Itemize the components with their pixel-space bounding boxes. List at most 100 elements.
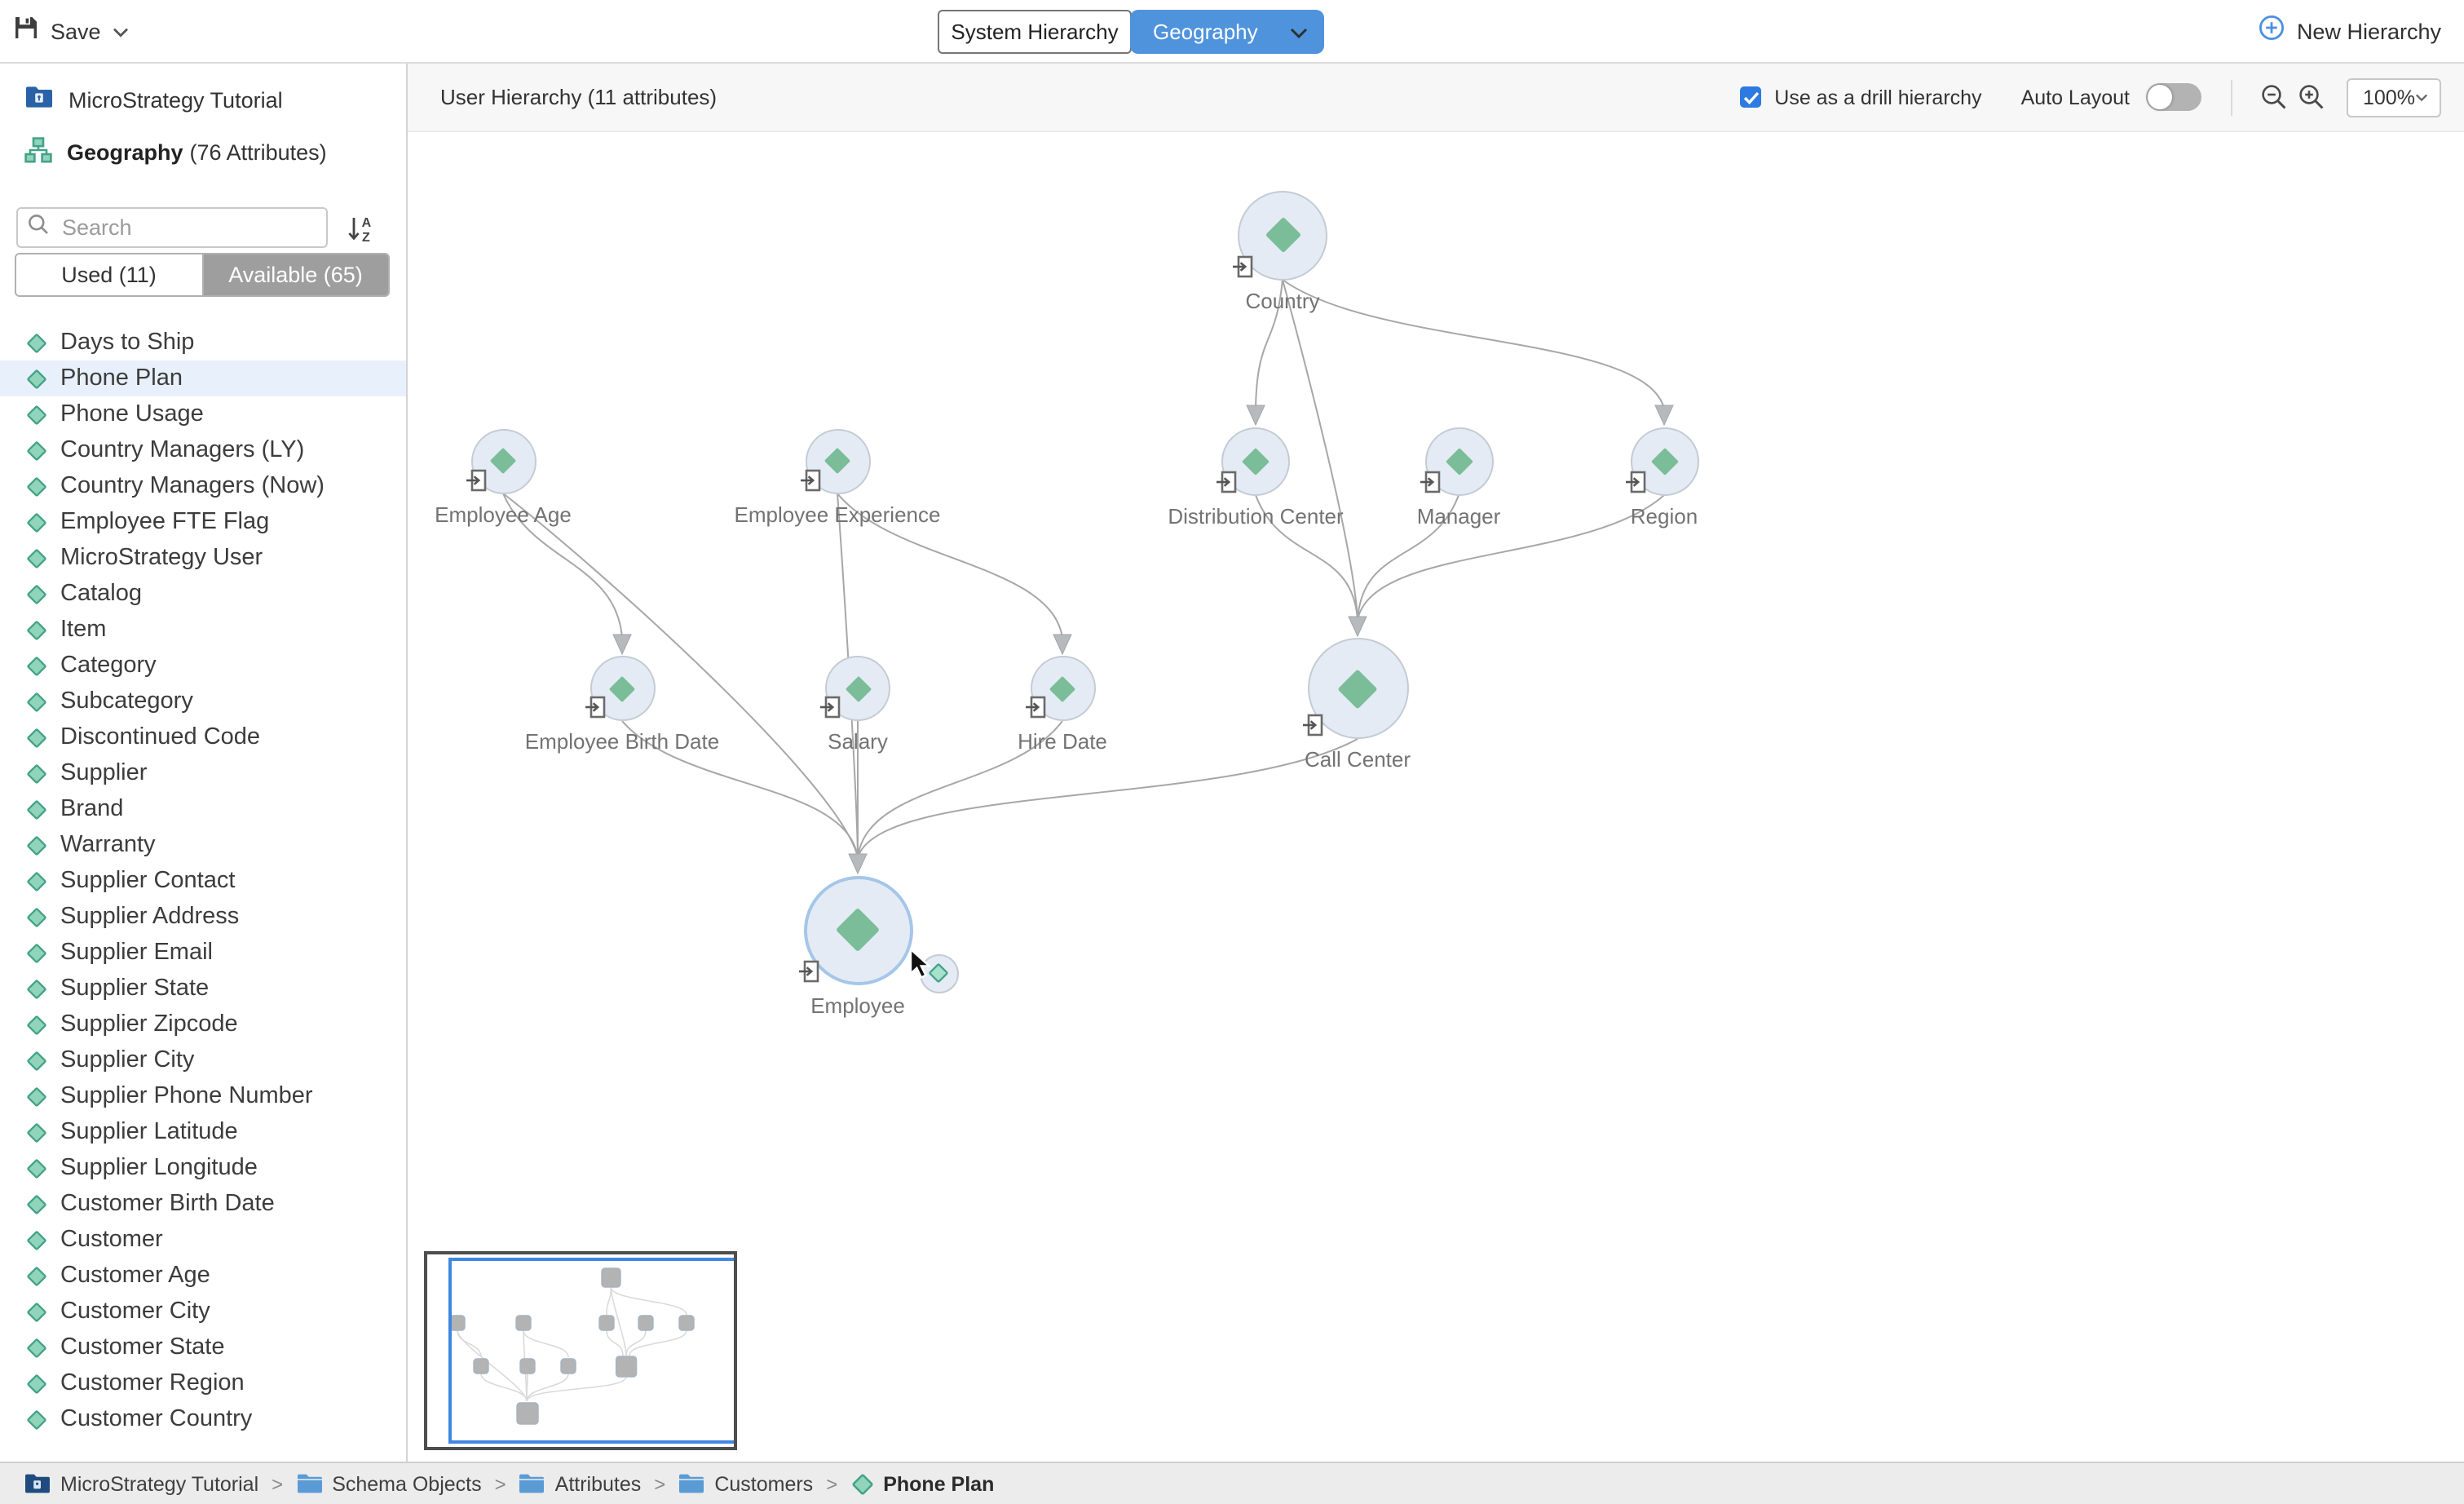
attribute-label: Supplier Address [60,904,239,930]
attribute-list-item[interactable]: Customer [0,1222,408,1258]
attribute-label: Brand [60,796,123,822]
tab-system-hierarchy-label: System Hierarchy [951,20,1118,44]
canvas-title: User Hierarchy (11 attributes) [440,85,717,109]
attribute-list-item[interactable]: Phone Plan [0,361,408,396]
attribute-list-item[interactable]: Supplier Latitude [0,1114,408,1150]
breadcrumb-label: MicroStrategy Tutorial [60,1472,258,1495]
attribute-list-item[interactable]: Supplier Address [0,899,408,935]
zoom-out-button[interactable] [2255,78,2293,116]
attribute-list-item[interactable]: Supplier Phone Number [0,1078,408,1114]
attribute-list-item[interactable]: Supplier [0,755,408,791]
diagram-area[interactable]: CountryEmployee AgeEmployee ExperienceDi… [408,132,2464,1462]
tab-geography[interactable]: Geography [1130,10,1324,54]
breadcrumb-item[interactable]: Customers [678,1472,813,1495]
sidebar-project-row[interactable]: MicroStrategy Tutorial [0,72,406,127]
attribute-list-item[interactable]: Category [0,648,408,683]
folder-project-icon [24,1473,51,1494]
attribute-list-item[interactable]: Supplier State [0,971,408,1006]
node-label: Hire Date [916,729,1209,754]
attribute-list-item[interactable]: Item [0,612,408,648]
attribute-list-item[interactable]: Phone Usage [0,396,408,432]
breadcrumb-item[interactable]: Schema Objects [296,1472,481,1495]
diagram-node-dragged-attribute[interactable] [919,953,958,993]
tab-available[interactable]: Available (65) [203,254,388,295]
save-label: Save [51,19,101,43]
attribute-list-item[interactable]: Catalog [0,576,408,612]
save-button[interactable]: Save [13,0,129,62]
plus-circle-icon [2259,14,2285,48]
attribute-diamond-icon [26,332,47,353]
node-label: Country [1136,288,1429,312]
attribute-label: Phone Usage [60,401,204,427]
attribute-diamond-icon [26,1301,47,1322]
search-input[interactable] [59,214,316,241]
attribute-list-item[interactable]: Employee FTE Flag [0,504,408,540]
attribute-list-item[interactable]: Customer Country [0,1401,408,1437]
attribute-diamond-icon [26,1229,47,1250]
attribute-label: Category [60,652,157,679]
attribute-list: Days to ShipPhone Plan Phone Usage Country… [0,325,408,1462]
attribute-list-item[interactable]: Customer Region [0,1365,408,1401]
attribute-list-item[interactable]: Warranty [0,827,408,863]
attribute-list-item[interactable]: Supplier Zipcode [0,1006,408,1042]
attribute-list-item[interactable]: Days to Ship [0,325,408,361]
attribute-diamond-icon [832,904,884,956]
attribute-list-item[interactable]: Brand [0,791,408,827]
attribute-label: Supplier Phone Number [60,1083,313,1109]
attribute-list-item[interactable]: Country Managers (Now) [0,468,408,504]
attribute-label: Supplier Zipcode [60,1011,238,1037]
attribute-diamond-icon [26,1157,47,1179]
auto-layout-toggle[interactable] [2146,83,2201,111]
attribute-label: Subcategory [60,688,193,714]
attribute-diamond-icon [1261,214,1304,256]
drill-hierarchy-label: Use as a drill hierarchy [1774,86,1981,108]
attribute-label: Catalog [60,581,142,607]
new-hierarchy-label: New Hierarchy [2297,19,2441,43]
attribute-diamond-icon [26,476,47,497]
attribute-diamond-icon [26,1086,47,1107]
attribute-list-item[interactable]: Customer Age [0,1258,408,1294]
attribute-label: Supplier Email [60,940,213,966]
attribute-list-item[interactable]: Subcategory [0,683,408,719]
tab-system-hierarchy[interactable]: System Hierarchy [938,10,1132,54]
attribute-diamond-icon [850,1472,873,1495]
attribute-list-item[interactable]: Customer Birth Date [0,1186,408,1222]
minimap-viewport[interactable] [448,1258,737,1444]
breadcrumb-item[interactable]: MicroStrategy Tutorial [24,1472,258,1495]
tab-used[interactable]: Used (11) [16,254,203,295]
attribute-list-item[interactable]: Supplier Contact [0,863,408,899]
attribute-list-item[interactable]: Customer State [0,1329,408,1365]
attribute-label: Customer Birth Date [60,1191,275,1217]
attribute-list-item[interactable]: Discontinued Code [0,719,408,755]
zoom-in-button[interactable] [2293,78,2330,116]
drill-hierarchy-checkbox[interactable] [1740,86,1761,108]
minimap[interactable] [424,1251,737,1450]
zoom-level-select[interactable]: 100% [2347,77,2441,117]
entry-point-icon [1625,469,1646,502]
new-hierarchy-button[interactable]: New Hierarchy [2243,0,2457,62]
breadcrumb-label: Customers [714,1472,813,1495]
diagram-node-employee[interactable] [803,875,912,984]
attribute-list-item[interactable]: Supplier City [0,1042,408,1078]
entry-point-icon [1420,469,1441,502]
attribute-list-item[interactable]: Country Managers (LY) [0,432,408,468]
attribute-diamond-icon [822,445,853,476]
attribute-list-item[interactable]: Supplier Longitude [0,1150,408,1186]
attribute-diamond-icon [1648,445,1680,477]
breadcrumb-item[interactable]: Phone Plan [850,1472,994,1495]
breadcrumb-item[interactable]: Attributes [519,1472,642,1495]
tab-geography-label: Geography [1153,20,1258,44]
entry-point-icon [798,958,819,991]
sort-az-button[interactable]: AZ [347,213,375,242]
node-label: Region [1517,503,1811,528]
attribute-diamond-icon [26,1409,47,1430]
attribute-list-item[interactable]: MicroStrategy User [0,540,408,576]
hierarchy-name: Geography [67,140,183,165]
folder-icon [296,1473,322,1494]
attribute-label: Customer City [60,1298,210,1325]
save-icon [13,14,39,48]
attribute-list-item[interactable]: Supplier Email [0,935,408,971]
breadcrumb-label: Schema Objects [332,1472,481,1495]
attribute-diamond-icon [26,906,47,927]
attribute-list-item[interactable]: Customer City [0,1294,408,1329]
